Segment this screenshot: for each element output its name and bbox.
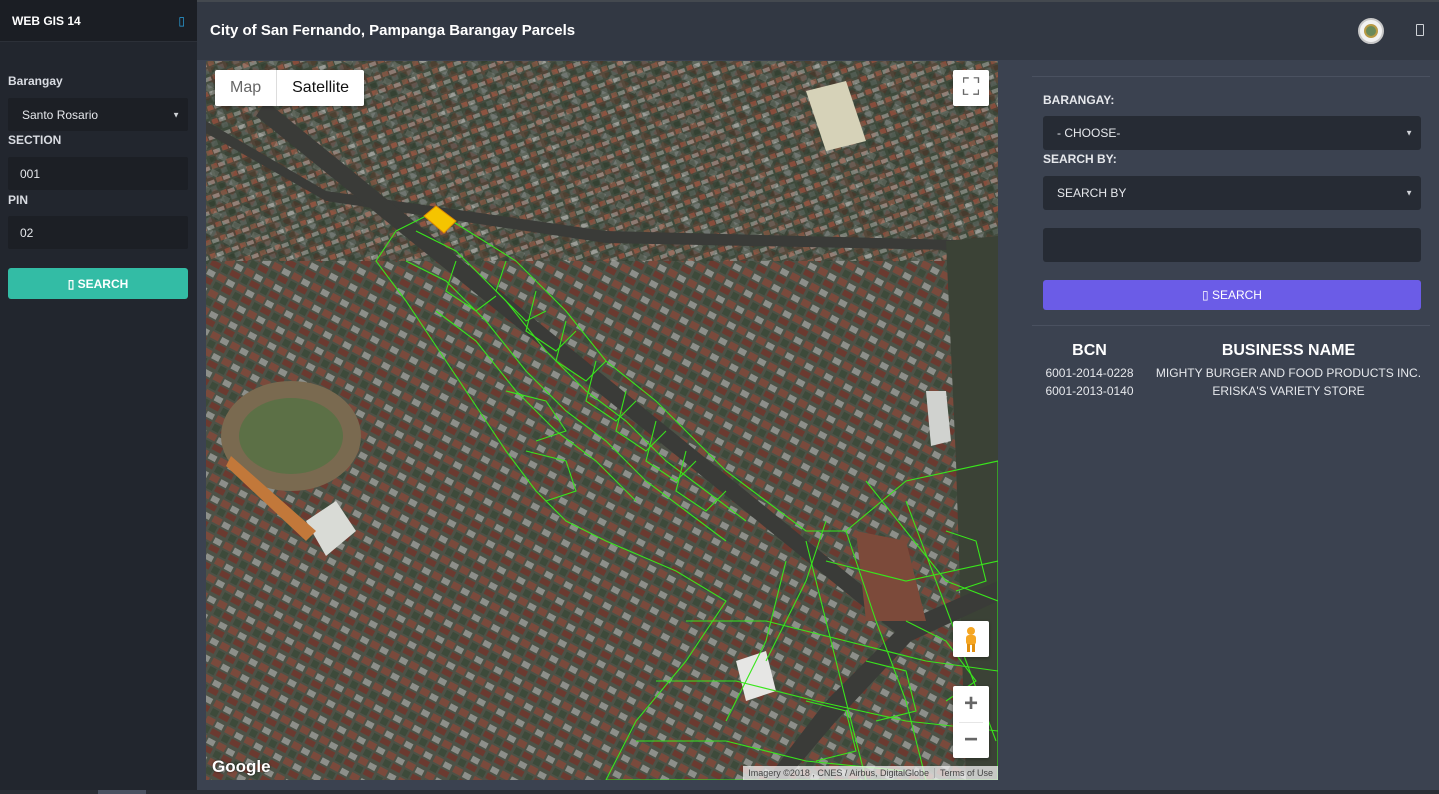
menu-toggle-icon[interactable]: ▯ <box>178 14 185 28</box>
google-logo: Google <box>212 757 271 776</box>
brand-bar: WEB GIS 14 ▯ <box>0 0 197 42</box>
table-row[interactable]: 6001-2013-0140 ERISKA'S VARIETY STORE <box>1032 382 1430 400</box>
caret-down-icon: ▼ <box>1405 188 1413 198</box>
map-type-map-button[interactable]: Map <box>215 70 276 106</box>
pin-input[interactable]: 02 <box>8 216 188 249</box>
page-title: City of San Fernando, Pampanga Barangay … <box>210 22 576 39</box>
pin-label: PIN <box>8 193 29 207</box>
map-type-control: Map Satellite <box>215 70 365 106</box>
brand-title: WEB GIS 14 <box>12 13 81 28</box>
map-type-satellite-button[interactable]: Satellite <box>276 70 364 106</box>
caret-down-icon: ▼ <box>1405 128 1413 138</box>
barangay-filter-label: BARANGAY: <box>1043 93 1115 107</box>
search-by-label: SEARCH BY: <box>1043 152 1117 166</box>
caret-down-icon: ▼ <box>172 110 180 119</box>
top-bar: City of San Fernando, Pampanga Barangay … <box>197 0 1439 60</box>
terms-link[interactable]: Terms of Use <box>933 768 998 778</box>
barangay-label: Barangay <box>8 74 63 88</box>
barangay-filter-select[interactable]: - CHOOSE- ▼ <box>1043 116 1421 150</box>
business-name-cell: ERISKA'S VARIETY STORE <box>1212 384 1365 398</box>
horizontal-scrollbar[interactable] <box>0 790 1439 794</box>
bcn-cell: 6001-2014-0228 <box>1045 366 1134 380</box>
section-input[interactable]: 001 <box>8 157 188 190</box>
barangay-select-value: Santo Rosario <box>22 107 99 122</box>
column-header-business-name: BUSINESS NAME <box>1221 342 1356 359</box>
pegman-icon <box>966 627 976 652</box>
fullscreen-icon: ⛶ <box>962 74 980 101</box>
map-view[interactable]: Map Satellite ⛶ + − Google Imagery ©2018… <box>206 61 998 780</box>
panel-search-button[interactable]: ▯ SEARCH <box>1043 280 1421 310</box>
fullscreen-button[interactable]: ⛶ <box>953 70 989 106</box>
zoom-in-button[interactable]: + <box>953 686 989 722</box>
map-attribution: Imagery ©2018 , CNES / Airbus, DigitalGl… <box>743 766 998 780</box>
zoom-control: + − <box>953 686 989 758</box>
sidebar: WEB GIS 14 ▯ Barangay Santo Rosario ▼ SE… <box>0 0 197 794</box>
results-table: BCN BUSINESS NAME 6001-2014-0228 MIGHTY … <box>1032 342 1430 400</box>
business-name-cell: MIGHTY BURGER AND FOOD PRODUCTS INC. <box>1155 366 1422 380</box>
bcn-cell: 6001-2013-0140 <box>1045 384 1134 398</box>
search-by-value: SEARCH BY <box>1057 186 1127 200</box>
column-header-bcn: BCN <box>1072 342 1107 359</box>
satellite-imagery <box>206 61 998 780</box>
zoom-out-button[interactable]: − <box>953 722 989 758</box>
barangay-select[interactable]: Santo Rosario ▼ <box>8 98 188 131</box>
table-row[interactable]: 6001-2014-0228 MIGHTY BURGER AND FOOD PR… <box>1032 364 1430 382</box>
sidebar-search-button[interactable]: ▯ SEARCH <box>8 268 188 299</box>
section-label: SECTION <box>8 133 62 147</box>
attribution-text: Imagery ©2018 , CNES / Airbus, DigitalGl… <box>748 768 929 778</box>
search-query-input[interactable] <box>1043 228 1421 262</box>
scrollbar-thumb[interactable] <box>98 790 146 794</box>
barangay-filter-value: - CHOOSE- <box>1057 126 1121 140</box>
results-header: BCN BUSINESS NAME <box>1032 342 1430 360</box>
search-by-select[interactable]: SEARCH BY ▼ <box>1043 176 1421 210</box>
panel-divider <box>1032 325 1430 326</box>
account-icon[interactable] <box>1416 24 1424 36</box>
panel-divider <box>1032 76 1430 77</box>
street-view-pegman-button[interactable] <box>953 621 989 657</box>
city-seal-logo <box>1358 18 1384 44</box>
